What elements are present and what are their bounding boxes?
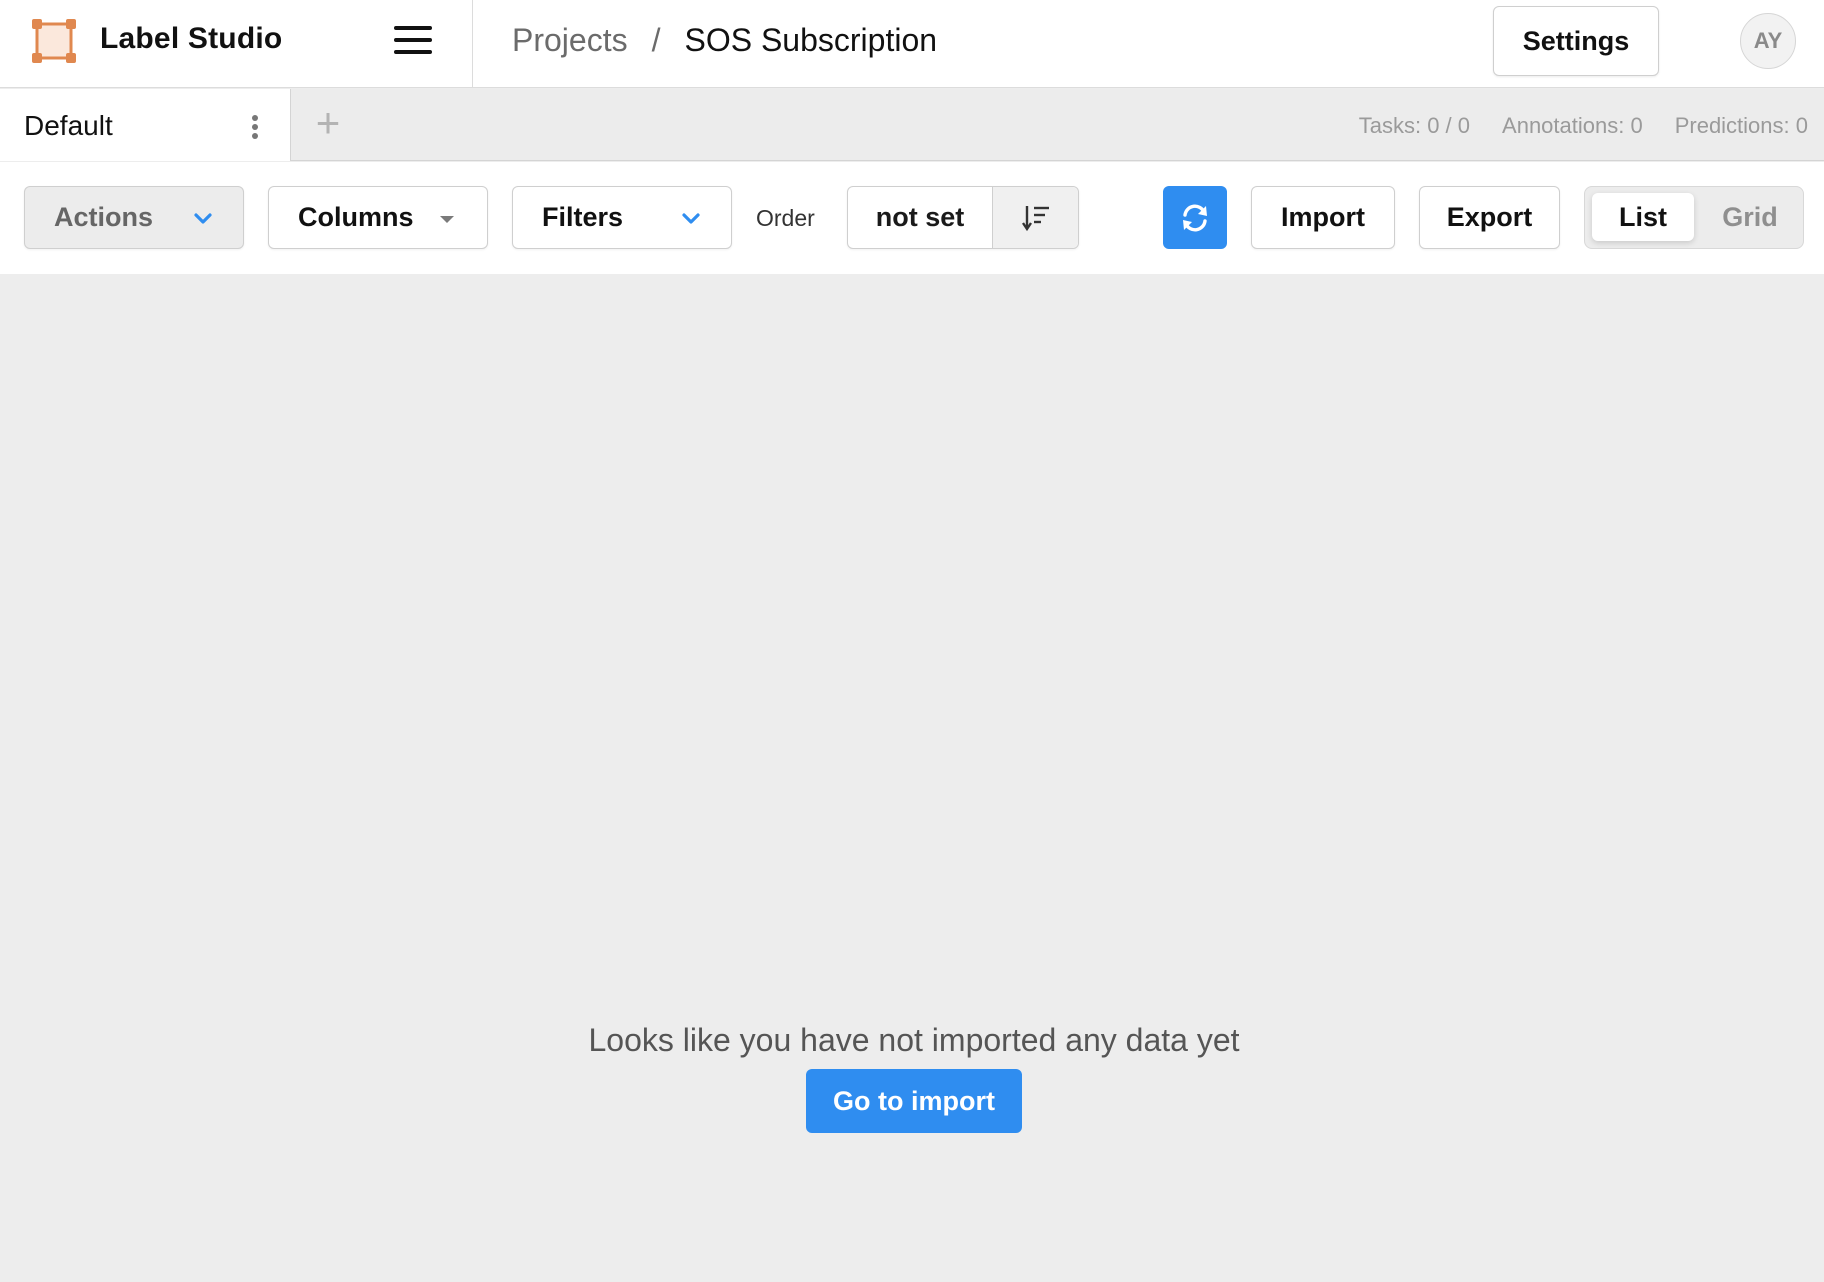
app-name: Label Studio <box>100 21 283 55</box>
import-button[interactable]: Import <box>1251 186 1395 249</box>
tabs-bar: Default + Tasks: 0 / 0 Annotations: 0 Pr… <box>0 89 1824 161</box>
chevron-down-icon <box>194 213 212 224</box>
settings-button[interactable]: Settings <box>1493 6 1659 76</box>
filters-label: Filters <box>542 202 624 232</box>
refresh-icon <box>1183 204 1207 231</box>
actions-label: Actions <box>54 202 154 232</box>
view-list-option[interactable]: List <box>1592 193 1694 241</box>
plus-icon[interactable]: + <box>310 102 346 144</box>
logo-icon <box>32 18 76 63</box>
export-button[interactable]: Export <box>1419 186 1560 249</box>
actions-button[interactable]: Actions <box>24 186 244 249</box>
avatar[interactable]: AY <box>1740 13 1796 69</box>
tasks-count: Tasks: 0 / 0 <box>1358 113 1471 138</box>
top-header: Label Studio Projects / SOS Subscription… <box>0 0 1824 88</box>
brand: Label Studio <box>0 0 473 88</box>
breadcrumb-separator: / <box>651 22 661 58</box>
sort-direction-button[interactable] <box>993 187 1078 248</box>
order-label: Order <box>756 205 815 231</box>
kebab-icon[interactable] <box>250 115 260 139</box>
order-control: not set <box>847 186 1079 249</box>
breadcrumb: Projects / SOS Subscription <box>512 22 937 59</box>
breadcrumb-projects[interactable]: Projects <box>512 22 628 59</box>
columns-label: Columns <box>298 202 414 232</box>
task-stats: Tasks: 0 / 0 Annotations: 0 Predictions:… <box>1359 113 1808 139</box>
view-toggle: List Grid <box>1584 186 1804 249</box>
filters-button[interactable]: Filters <box>512 186 732 249</box>
go-to-import-button[interactable]: Go to import <box>806 1069 1022 1133</box>
columns-button[interactable]: Columns <box>268 186 488 249</box>
tab-label: Default <box>24 110 113 141</box>
toolbar: Actions Columns Filters Order not set Im… <box>0 162 1824 274</box>
order-select[interactable]: not set <box>848 187 993 248</box>
refresh-button[interactable] <box>1163 186 1227 249</box>
sort-icon <box>1021 205 1049 231</box>
view-grid-option[interactable]: Grid <box>1703 193 1797 241</box>
empty-state-message: Looks like you have not imported any dat… <box>588 1022 1240 1058</box>
predictions-count: Predictions: 0 <box>1674 113 1808 138</box>
chevron-down-icon <box>682 213 700 224</box>
tab-default[interactable]: Default <box>0 89 291 161</box>
caret-down-icon <box>440 216 454 223</box>
hamburger-icon[interactable] <box>394 25 432 58</box>
breadcrumb-current-project: SOS Subscription <box>684 22 938 58</box>
annotations-count: Annotations: 0 <box>1502 113 1643 138</box>
